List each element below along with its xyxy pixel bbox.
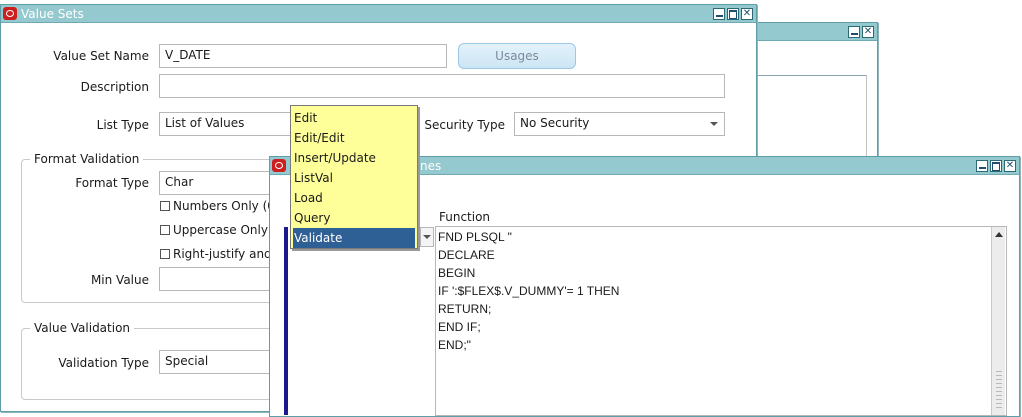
- min-value-label: Min Value: [90, 273, 149, 287]
- list-type-select[interactable]: List of Values: [159, 112, 291, 136]
- checkbox-box-icon[interactable]: [160, 201, 170, 211]
- resize-grip-icon[interactable]: [996, 371, 1002, 411]
- code-line: IF ':$FLEX$.V_DUMMY'= 1 THEN: [438, 284, 620, 298]
- scroll-up-icon[interactable]: [995, 232, 1003, 237]
- code-line: END;": [438, 338, 471, 352]
- validation-type-select[interactable]: Special: [159, 350, 279, 374]
- uppercase-only-checkbox[interactable]: Uppercase Only: [160, 223, 268, 237]
- maximize-icon[interactable]: [727, 8, 739, 20]
- menu-item-insert-update[interactable]: Insert/Update: [291, 148, 417, 168]
- numbers-only-checkbox[interactable]: Numbers Only (0: [160, 199, 275, 213]
- minimize-icon[interactable]: [713, 8, 725, 20]
- format-validation-legend: Format Validation: [30, 152, 144, 166]
- list-type-label: List Type: [96, 118, 149, 132]
- checkbox-box-icon[interactable]: [160, 225, 170, 235]
- background-window-titlebar: ✕: [741, 23, 877, 41]
- code-line: FND PLSQL ": [438, 230, 512, 244]
- menu-item-load[interactable]: Load: [291, 188, 417, 208]
- code-line: RETURN;: [438, 302, 492, 316]
- value-validation-legend: Value Validation: [30, 321, 135, 335]
- record-scroll-indicator[interactable]: [284, 227, 288, 415]
- code-line: BEGIN: [438, 266, 476, 280]
- security-type-select[interactable]: No Security: [514, 112, 725, 136]
- value-set-name-field[interactable]: V_DATE: [159, 44, 447, 68]
- menu-item-edit-edit[interactable]: Edit/Edit: [291, 128, 417, 148]
- event-dropdown-button[interactable]: [420, 227, 434, 247]
- uppercase-only-label: Uppercase Only: [173, 223, 268, 237]
- right-justify-checkbox[interactable]: Right-justify and: [160, 247, 272, 261]
- code-scrollbar[interactable]: [991, 227, 1005, 415]
- right-justify-label: Right-justify and: [173, 247, 272, 261]
- maximize-icon[interactable]: [990, 160, 1002, 172]
- numbers-only-label: Numbers Only (0: [173, 199, 275, 213]
- function-label: Function: [439, 210, 491, 224]
- format-type-select[interactable]: Char: [159, 171, 279, 195]
- menu-item-query[interactable]: Query: [291, 208, 417, 228]
- usages-button[interactable]: Usages: [458, 43, 576, 69]
- close-icon[interactable]: ✕: [741, 8, 753, 20]
- chevron-down-icon: [423, 235, 431, 239]
- routines-window-title: nes: [420, 159, 442, 173]
- validation-type-value: Special: [165, 354, 209, 368]
- format-type-value: Char: [165, 175, 194, 189]
- usages-button-label: Usages: [495, 49, 539, 63]
- code-line: END IF;: [438, 320, 481, 334]
- menu-item-listval[interactable]: ListVal: [291, 168, 417, 188]
- minimize-icon[interactable]: [976, 160, 988, 172]
- window-title: Value Sets: [21, 7, 84, 21]
- code-line: DECLARE: [438, 248, 495, 262]
- value-set-name-label: Value Set Name: [53, 49, 149, 63]
- description-label: Description: [80, 80, 149, 94]
- format-type-label: Format Type: [75, 176, 149, 190]
- minimize-icon[interactable]: [848, 26, 860, 38]
- value-sets-titlebar: Value Sets ✕: [1, 5, 756, 23]
- menu-item-edit[interactable]: Edit: [291, 108, 417, 128]
- oracle-icon: [272, 159, 286, 172]
- function-code-area[interactable]: FND PLSQL " DECLARE BEGIN IF ':$FLEX$.V_…: [435, 226, 1007, 416]
- min-value-field[interactable]: [159, 267, 279, 291]
- menu-item-validate[interactable]: Validate: [293, 228, 415, 248]
- close-icon[interactable]: ✕: [1004, 160, 1016, 172]
- checkbox-box-icon[interactable]: [160, 249, 170, 259]
- chevron-down-icon: [710, 122, 718, 126]
- event-menu: Edit Edit/Edit Insert/Update ListVal Loa…: [290, 105, 418, 249]
- description-field[interactable]: [159, 74, 725, 98]
- security-type-value: No Security: [520, 116, 590, 130]
- list-type-value: List of Values: [165, 116, 245, 130]
- validation-type-label: Validation Type: [58, 356, 149, 370]
- oracle-icon: [3, 7, 17, 20]
- close-icon[interactable]: ✕: [862, 26, 874, 38]
